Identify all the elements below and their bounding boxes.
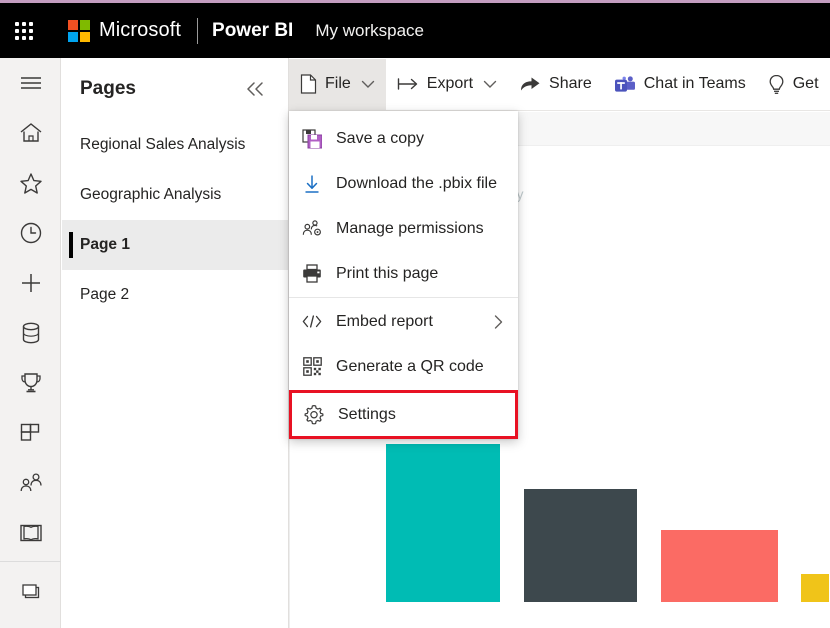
- report-toolbar: File Export Share Chat in Teams Get: [289, 58, 830, 111]
- menu-item-label: Settings: [338, 405, 396, 423]
- trophy-icon: [19, 371, 43, 395]
- menu-item-save-a-copy[interactable]: Save a copy: [289, 116, 518, 161]
- teams-icon: [614, 75, 636, 94]
- plus-icon: [19, 271, 43, 295]
- book-icon: [19, 523, 43, 543]
- sidebar-item-workspaces[interactable]: [0, 568, 61, 618]
- app-launcher-icon[interactable]: [0, 3, 48, 58]
- sidebar-item-apps[interactable]: [0, 408, 61, 458]
- header-divider: [197, 17, 199, 44]
- sidebar-item-data-hub[interactable]: [0, 308, 61, 358]
- pages-list: Regional Sales Analysis Geographic Analy…: [62, 120, 288, 320]
- database-icon: [21, 321, 41, 345]
- rail-bottom-section: [0, 555, 61, 618]
- sidebar-item-deployment-pipelines[interactable]: [0, 458, 61, 508]
- list-item[interactable]: Geographic Analysis: [62, 170, 288, 220]
- star-icon: [19, 172, 43, 195]
- list-item[interactable]: Page 2: [62, 270, 288, 320]
- menu-item-print-this-page[interactable]: Print this page: [289, 251, 518, 296]
- clock-icon: [19, 221, 43, 245]
- chevron-double-left-icon[interactable]: [244, 80, 266, 98]
- file-icon: [300, 74, 317, 94]
- toolbar-share-label: Share: [549, 75, 592, 92]
- menu-item-embed-report[interactable]: Embed report: [289, 299, 518, 344]
- sidebar-item-metrics[interactable]: [0, 358, 61, 408]
- hamburger-menu-icon: [20, 75, 42, 91]
- sidebar-item-recent[interactable]: [0, 208, 61, 258]
- chevron-down-icon[interactable]: [361, 79, 375, 89]
- page-label: Page 1: [80, 236, 130, 253]
- menu-divider: [289, 297, 518, 298]
- bar-category-1[interactable]: [386, 444, 500, 602]
- rail-divider: [0, 561, 61, 562]
- workspace-name[interactable]: My workspace: [315, 21, 424, 41]
- toolbar-file-label: File: [325, 75, 351, 92]
- page-label: Regional Sales Analysis: [80, 136, 246, 153]
- toolbar-get-insights-label: Get: [792, 75, 819, 92]
- toolbar-chat-in-teams-label: Chat in Teams: [643, 75, 746, 92]
- gear-icon: [304, 404, 324, 425]
- bar-category-3[interactable]: [661, 530, 778, 602]
- sidebar-item-learn[interactable]: [0, 508, 61, 558]
- workspaces-icon: [18, 581, 44, 605]
- global-header: Microsoft Power BI My workspace: [0, 3, 830, 58]
- menu-item-manage-permissions[interactable]: Manage permissions: [289, 206, 518, 251]
- toolbar-file-button[interactable]: File: [289, 58, 386, 110]
- sidebar-item-navigation[interactable]: [0, 58, 61, 108]
- manage-permissions-icon: [302, 219, 322, 238]
- menu-divider: [289, 390, 518, 391]
- power-bi-report-window: Microsoft Power BI My workspace Pages Re…: [0, 0, 830, 628]
- menu-item-download-pbix[interactable]: Download the .pbix file: [289, 161, 518, 206]
- menu-item-label: Embed report: [336, 312, 433, 330]
- home-icon: [19, 122, 43, 144]
- toolbar-chat-in-teams-button[interactable]: Chat in Teams: [603, 59, 757, 110]
- page-label: Geographic Analysis: [80, 186, 222, 203]
- file-dropdown-menu: Save a copy Download the .pbix file Mana…: [289, 111, 518, 439]
- sidebar-item-home[interactable]: [0, 108, 61, 158]
- toolbar-export-button[interactable]: Export: [386, 59, 508, 110]
- microsoft-wordmark: Microsoft: [99, 19, 182, 41]
- sidebar-item-favorites[interactable]: [0, 158, 61, 208]
- apps-grid-icon: [19, 422, 43, 444]
- qr-code-icon: [302, 357, 322, 376]
- menu-item-label: Manage permissions: [336, 219, 484, 237]
- toolbar-export-label: Export: [426, 75, 474, 92]
- list-item-selected[interactable]: Page 1: [62, 220, 288, 270]
- lightbulb-icon: [768, 74, 785, 95]
- save-copy-icon: [302, 128, 322, 149]
- menu-item-label: Save a copy: [336, 129, 425, 147]
- left-nav-rail: [0, 58, 61, 628]
- microsoft-logo[interactable]: Microsoft: [68, 19, 181, 42]
- download-icon: [302, 174, 322, 194]
- share-icon: [519, 75, 541, 93]
- pages-pane-header: Pages: [62, 58, 288, 100]
- bar-category-4[interactable]: [801, 574, 829, 602]
- toolbar-share-button[interactable]: Share: [508, 59, 603, 110]
- list-item[interactable]: Regional Sales Analysis: [62, 120, 288, 170]
- menu-item-label: Generate a QR code: [336, 357, 484, 375]
- menu-item-label: Download the .pbix file: [336, 174, 497, 192]
- toolbar-get-insights-button[interactable]: Get: [757, 59, 830, 110]
- people-share-icon: [18, 472, 44, 494]
- bar-category-2[interactable]: [524, 489, 637, 602]
- page-title: Pages: [80, 78, 136, 99]
- menu-item-label: Print this page: [336, 264, 439, 282]
- menu-item-settings[interactable]: Settings: [289, 390, 518, 439]
- sidebar-item-create[interactable]: [0, 258, 61, 308]
- printer-icon: [302, 264, 322, 283]
- menu-item-generate-qr-code[interactable]: Generate a QR code: [289, 344, 518, 389]
- chevron-down-icon[interactable]: [483, 79, 497, 89]
- pages-pane: Pages Regional Sales Analysis Geographic…: [62, 58, 289, 628]
- product-name[interactable]: Power BI: [212, 20, 293, 42]
- chevron-right-icon: [493, 314, 504, 330]
- microsoft-logo-icon: [68, 19, 90, 42]
- page-label: Page 2: [80, 286, 130, 303]
- embed-code-icon: [302, 314, 322, 329]
- export-arrow-icon: [397, 76, 419, 92]
